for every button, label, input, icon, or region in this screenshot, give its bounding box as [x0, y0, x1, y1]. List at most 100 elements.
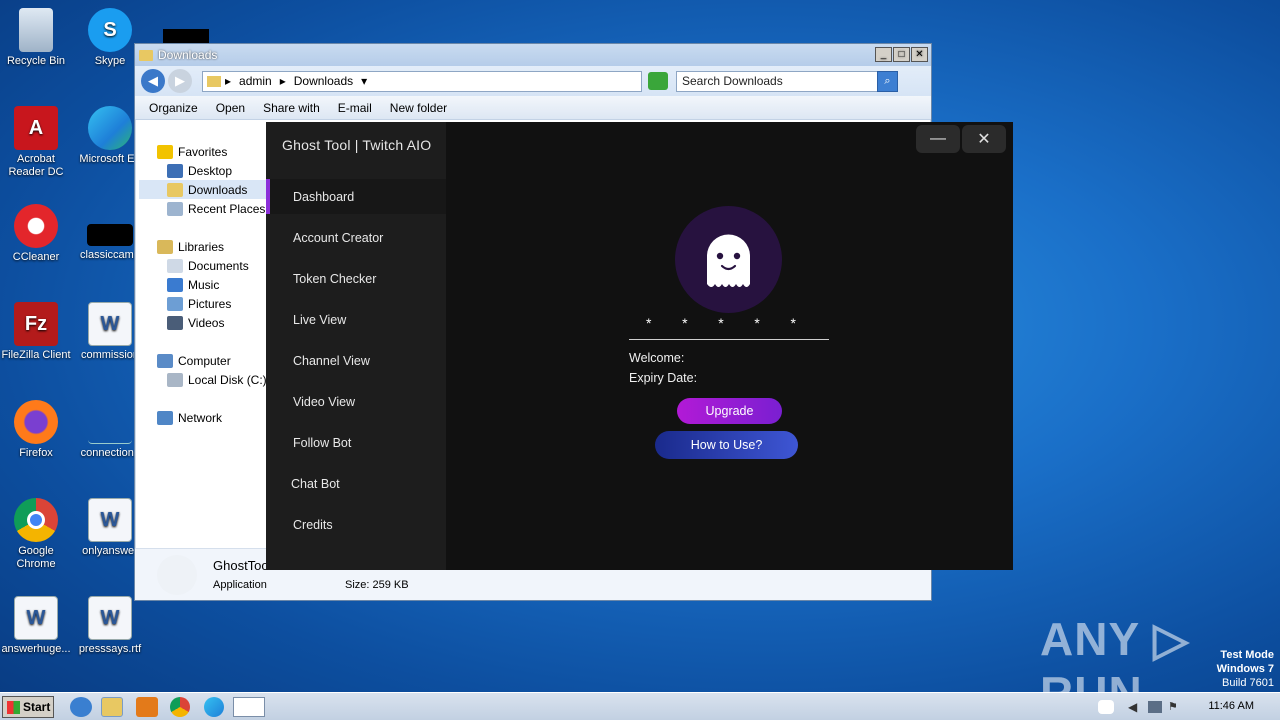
network-icon[interactable]: [1148, 701, 1162, 713]
divider: [629, 339, 829, 340]
expiry-date-label: Expiry Date:: [629, 371, 698, 385]
ghost-app-icon: [157, 555, 197, 595]
nav-live-view[interactable]: Live View: [266, 302, 446, 337]
chrome-taskbar-icon[interactable]: [170, 697, 190, 717]
desktop-icon-acrobat[interactable]: A Acrobat Reader DC: [0, 106, 72, 179]
nav-channel-view[interactable]: Channel View: [266, 343, 446, 378]
disk-icon: [167, 372, 183, 387]
word-icon: W: [14, 596, 58, 640]
word-icon: W: [88, 596, 132, 640]
ccleaner-icon: [14, 204, 58, 248]
upgrade-button[interactable]: Upgrade: [677, 398, 782, 424]
back-button[interactable]: ◀: [141, 69, 165, 93]
recycle-bin-icon: [19, 8, 53, 52]
file-icon: [87, 224, 133, 246]
videos-icon: [167, 315, 183, 330]
nav-computer[interactable]: Computer: [139, 351, 267, 370]
downloads-folder-icon: [167, 182, 183, 197]
nav-follow-bot[interactable]: Follow Bot: [266, 425, 446, 460]
explorer-titlebar[interactable]: Downloads _ □ ✕: [135, 44, 931, 66]
network-icon: [157, 410, 173, 425]
minimize-button[interactable]: _: [875, 47, 892, 62]
nav-favorites[interactable]: Favorites: [139, 142, 267, 161]
desktop-icon-filezilla[interactable]: Fz FileZilla Client: [0, 302, 72, 362]
acrobat-icon: A: [14, 106, 58, 150]
open-button[interactable]: Open: [216, 101, 245, 115]
desktop-icon-recycle-bin[interactable]: Recycle Bin: [0, 8, 72, 68]
nav-network[interactable]: Network: [139, 408, 267, 427]
nav-local-disk[interactable]: Local Disk (C:): [139, 370, 267, 389]
search-icon[interactable]: ⌕: [877, 70, 898, 92]
explorer-taskbar-icon[interactable]: [101, 697, 123, 717]
speaker-icon[interactable]: ◀: [1128, 700, 1142, 714]
organize-button[interactable]: Organize: [149, 101, 198, 115]
nav-music[interactable]: Music: [139, 275, 267, 294]
desktop-icon-chrome[interactable]: Google Chrome: [0, 498, 72, 571]
details-size: Size: 259 KB: [345, 579, 409, 591]
edge-taskbar-icon[interactable]: [204, 697, 224, 717]
nav-documents[interactable]: Documents: [139, 256, 267, 275]
nav-downloads[interactable]: Downloads: [139, 180, 267, 199]
documents-icon: [167, 258, 183, 273]
desktop-icon-answerhuge[interactable]: W answerhuge...: [0, 596, 72, 656]
username-stars: * * * * *: [646, 315, 796, 331]
breadcrumb-downloads[interactable]: Downloads: [294, 74, 353, 88]
breadcrumb-admin[interactable]: admin: [239, 74, 272, 88]
libraries-icon: [157, 239, 173, 254]
media-player-taskbar-icon[interactable]: [136, 697, 158, 717]
taskbar: Start ◀ ⚑ 11:46 AM: [0, 692, 1280, 720]
new-folder-button[interactable]: New folder: [390, 101, 447, 115]
flag-icon[interactable]: ⚑: [1168, 700, 1180, 714]
nav-account-creator[interactable]: Account Creator: [266, 220, 446, 255]
skype-icon: S: [88, 8, 132, 52]
details-type: Application: [213, 579, 267, 591]
maximize-button[interactable]: □: [893, 47, 910, 62]
file-icon: [88, 400, 132, 444]
music-icon: [167, 277, 183, 292]
refresh-icon[interactable]: [648, 72, 668, 90]
redacted-block: [163, 29, 209, 43]
forward-button[interactable]: ▶: [168, 69, 192, 93]
nav-libraries[interactable]: Libraries: [139, 237, 267, 256]
desktop-icon-presssays[interactable]: W presssays.rtf: [74, 596, 146, 656]
nav-desktop[interactable]: Desktop: [139, 161, 267, 180]
nav-recent-places[interactable]: Recent Places: [139, 199, 267, 218]
filezilla-icon: Fz: [14, 302, 58, 346]
details-name: GhostToo: [213, 558, 269, 573]
nav-token-checker[interactable]: Token Checker: [266, 261, 446, 296]
address-input[interactable]: ▸ admin ▸ Downloads ▾: [202, 70, 642, 92]
close-button[interactable]: ✕: [962, 125, 1006, 153]
desktop-icon-firefox[interactable]: Firefox: [0, 400, 72, 460]
word-icon: W: [88, 302, 132, 346]
close-button[interactable]: ✕: [911, 47, 928, 62]
nav-dashboard[interactable]: Dashboard: [266, 179, 446, 214]
clock[interactable]: 11:46 AM: [1208, 700, 1254, 712]
share-with-button[interactable]: Share with: [263, 101, 320, 115]
desktop-icon-ccleaner[interactable]: CCleaner: [0, 204, 72, 264]
explorer-toolbar: Organize Open Share with E-mail New fold…: [135, 96, 931, 120]
breadcrumb-sep: ▸: [225, 74, 232, 88]
notification-icon[interactable]: [1098, 700, 1114, 714]
nav-pictures[interactable]: Pictures: [139, 294, 267, 313]
computer-icon: [157, 353, 173, 368]
word-icon: W: [88, 498, 132, 542]
welcome-label: Welcome:: [629, 351, 685, 365]
start-button[interactable]: Start: [2, 696, 54, 718]
app-title: Ghost Tool | Twitch AIO: [282, 137, 432, 153]
ie-taskbar-icon[interactable]: [70, 697, 92, 717]
test-mode-notice: Test Mode Windows 7 Build 7601: [1216, 649, 1274, 689]
ghost-tool-window[interactable]: Ghost Tool | Twitch AIO Dashboard Accoun…: [266, 122, 1013, 570]
minimize-button[interactable]: —: [916, 125, 960, 153]
email-button[interactable]: E-mail: [338, 101, 372, 115]
recent-places-icon: [167, 201, 183, 216]
desktop-icon: [167, 163, 183, 178]
how-to-use-button[interactable]: How to Use?: [655, 431, 798, 459]
nav-credits[interactable]: Credits: [266, 507, 446, 542]
search-input[interactable]: Search Downloads ⌕: [676, 70, 898, 92]
chevron-down-icon[interactable]: ▾: [361, 74, 367, 88]
ghost-tool-taskbar-button[interactable]: [233, 697, 265, 717]
nav-chat-bot[interactable]: Chat Bot: [266, 466, 446, 501]
pictures-icon: [167, 296, 183, 311]
nav-videos[interactable]: Videos: [139, 313, 267, 332]
nav-video-view[interactable]: Video View: [266, 384, 446, 419]
